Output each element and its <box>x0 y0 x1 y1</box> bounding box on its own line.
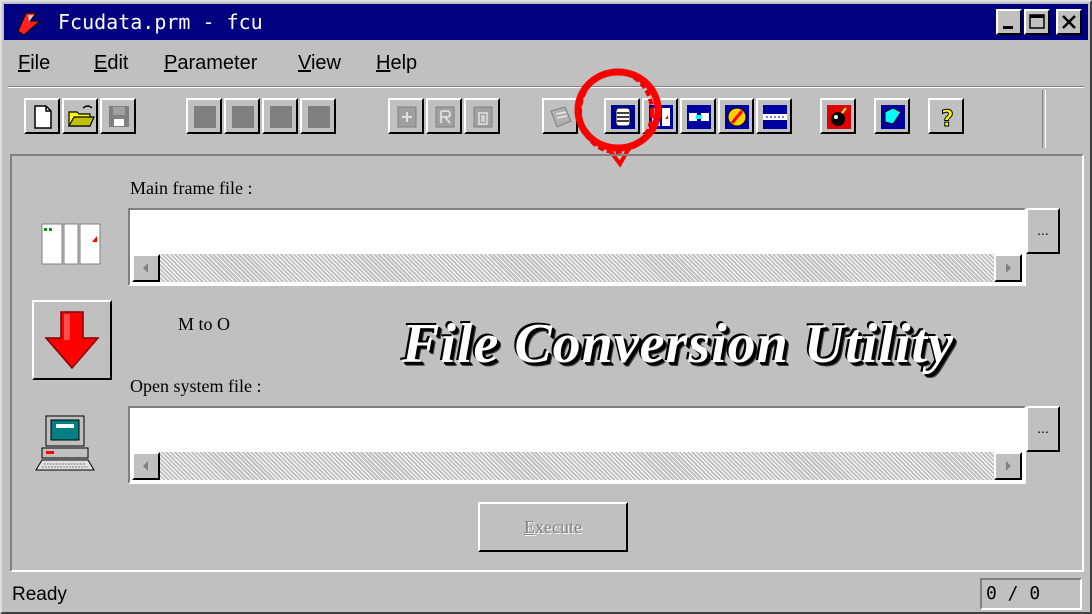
add-record-button[interactable] <box>388 98 424 134</box>
main-frame-field <box>128 208 1026 286</box>
transfer-icon <box>550 106 572 128</box>
scroll-right-button[interactable] <box>994 254 1022 282</box>
main-frame-label: Main frame file : <box>130 178 253 198</box>
frame-icon <box>649 105 673 129</box>
lines-icon <box>763 105 787 129</box>
window-title: Fcudata.prm - fcu <box>58 10 263 34</box>
delete-button[interactable] <box>464 98 500 134</box>
maximize-icon <box>1029 14 1045 29</box>
help-icon: ? <box>941 107 955 133</box>
toolbar-blank-4[interactable] <box>300 98 336 134</box>
open-system-input[interactable] <box>132 410 1022 446</box>
maximize-button[interactable] <box>1024 9 1050 35</box>
chevron-right-icon <box>1006 263 1011 273</box>
bomb-icon <box>827 105 851 129</box>
scroll-right-button[interactable] <box>994 452 1022 480</box>
toolbar: ? <box>12 90 1042 148</box>
menu-view[interactable]: View <box>298 52 341 75</box>
main-frame-input[interactable] <box>132 212 1022 248</box>
edit-pencil-button[interactable] <box>718 98 754 134</box>
help-button[interactable]: ? <box>928 98 964 134</box>
chevron-right-icon <box>1006 461 1011 471</box>
open-system-field <box>128 406 1026 484</box>
close-icon <box>1062 15 1076 29</box>
open-button[interactable] <box>62 98 98 134</box>
computer-icon <box>35 415 95 471</box>
blank-icon <box>308 106 330 128</box>
save-button[interactable] <box>100 98 136 134</box>
add-record-icon <box>397 106 417 128</box>
record-icon <box>435 106 455 128</box>
save-icon <box>109 106 129 127</box>
edit-pencil-icon <box>725 105 749 129</box>
database-list-icon <box>611 105 635 129</box>
menu-separator <box>8 86 1084 88</box>
blank-icon <box>232 106 254 128</box>
title-bar[interactable]: Fcudata.prm - fcu <box>4 4 1088 40</box>
minimize-button[interactable] <box>996 9 1022 35</box>
main-frame-scrollbar[interactable] <box>132 254 1022 282</box>
transfer-button[interactable] <box>542 98 578 134</box>
bomb-button[interactable] <box>820 98 856 134</box>
note-edit-icon <box>881 105 905 129</box>
minimize-icon <box>1003 26 1013 29</box>
toolbar-blank-2[interactable] <box>224 98 260 134</box>
menu-bar: File Edit Parameter View Help <box>4 46 1088 88</box>
status-text: Ready <box>12 584 67 605</box>
lines-button[interactable] <box>756 98 792 134</box>
blank-icon <box>270 106 292 128</box>
arrow-down-icon <box>44 311 100 370</box>
chevron-left-icon <box>143 263 148 273</box>
app-window: Fcudata.prm - fcu File Edit Parameter Vi… <box>0 0 1092 614</box>
menu-help[interactable]: Help <box>376 52 417 75</box>
open-system-scrollbar[interactable] <box>132 452 1022 480</box>
note-edit-button[interactable] <box>874 98 910 134</box>
scroll-left-button[interactable] <box>132 254 160 282</box>
database-list-button[interactable] <box>604 98 640 134</box>
menu-edit[interactable]: Edit <box>94 52 128 75</box>
direction-button[interactable] <box>32 300 112 380</box>
menu-parameter[interactable]: Parameter <box>164 52 257 75</box>
new-file-button[interactable] <box>24 98 60 134</box>
main-frame-browse-button[interactable]: ... <box>1026 208 1060 254</box>
scroll-left-button[interactable] <box>132 452 160 480</box>
direction-label: M to O <box>178 314 231 334</box>
record-button[interactable] <box>426 98 462 134</box>
connector-icon <box>687 105 711 129</box>
frame-button[interactable] <box>642 98 678 134</box>
toolbar-blank-1[interactable] <box>186 98 222 134</box>
open-system-browse-button[interactable]: ... <box>1026 406 1060 452</box>
fcu-app-icon <box>17 12 42 36</box>
open-system-label: Open system file : <box>130 376 262 396</box>
status-counter: 0 / 0 <box>980 578 1082 610</box>
mainframe-icon <box>41 223 101 265</box>
execute-button[interactable]: Execute <box>478 502 628 552</box>
new-file-icon <box>34 105 52 129</box>
chevron-left-icon <box>143 461 148 471</box>
open-folder-icon <box>67 105 95 127</box>
toolbar-end-separator <box>1042 90 1046 148</box>
toolbar-blank-3[interactable] <box>262 98 298 134</box>
menu-file[interactable]: File <box>18 52 50 75</box>
delete-icon <box>473 106 493 128</box>
blank-icon <box>194 106 216 128</box>
close-button[interactable] <box>1056 9 1082 35</box>
banner-title: File Conversion Utility <box>402 313 954 375</box>
connector-button[interactable] <box>680 98 716 134</box>
svg-text:?: ? <box>941 107 954 132</box>
